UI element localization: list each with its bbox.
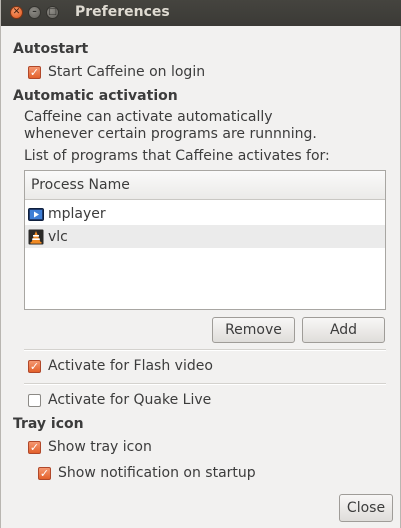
maximize-window-icon[interactable]: □ (46, 6, 59, 19)
title-bar[interactable]: ✕ – □ Preferences (1, 0, 401, 26)
separator (24, 349, 386, 351)
flash-video-checkbox[interactable]: ✓ Activate for Flash video (28, 358, 213, 374)
auto-activation-heading: Automatic activation (13, 88, 178, 104)
list-item[interactable]: vlc (25, 225, 385, 248)
flash-video-label: Activate for Flash video (48, 358, 213, 374)
start-on-login-label: Start Caffeine on login (48, 64, 206, 80)
minimize-window-icon[interactable]: – (28, 6, 41, 19)
remove-button[interactable]: Remove (212, 317, 295, 343)
close-button[interactable]: Close (339, 494, 393, 522)
auto-activation-description-1: Caffeine can activate automatically (24, 109, 273, 125)
column-header-label: Process Name (31, 177, 130, 193)
quake-live-checkbox[interactable]: Activate for Quake Live (28, 392, 211, 408)
show-notification-label: Show notification on startup (58, 465, 256, 481)
column-header-process-name[interactable]: Process Name (25, 171, 385, 200)
tray-icon-heading: Tray icon (13, 416, 84, 432)
show-tray-icon-label: Show tray icon (48, 439, 152, 455)
program-list-caption: List of programs that Caffeine activates… (24, 148, 330, 164)
preferences-window: ✕ – □ Preferences Autostart ✓ Start Caff… (0, 0, 401, 528)
checkbox-checked-icon: ✓ (28, 65, 41, 79)
start-on-login-checkbox[interactable]: ✓ Start Caffeine on login (28, 64, 205, 80)
program-name: vlc (48, 228, 68, 245)
checkbox-unchecked-icon (28, 393, 41, 407)
separator (24, 383, 386, 385)
close-window-icon[interactable]: ✕ (10, 6, 23, 19)
show-tray-icon-checkbox[interactable]: ✓ Show tray icon (28, 439, 152, 455)
list-item[interactable]: mplayer (25, 202, 385, 225)
window-title: Preferences (75, 4, 170, 20)
checkbox-checked-icon: ✓ (28, 359, 41, 373)
autostart-heading: Autostart (13, 41, 89, 57)
quake-live-label: Activate for Quake Live (48, 392, 212, 408)
checkbox-checked-icon: ✓ (28, 440, 41, 454)
auto-activation-description-2: whenever certain programs are runnning. (24, 126, 317, 142)
video-clapper-icon (28, 207, 44, 221)
checkbox-checked-icon: ✓ (38, 466, 51, 480)
program-list[interactable]: Process Name mplayer vlc (24, 170, 386, 310)
add-button[interactable]: Add (302, 317, 385, 343)
vlc-cone-icon (28, 229, 44, 244)
program-name: mplayer (48, 205, 106, 222)
show-notification-checkbox[interactable]: ✓ Show notification on startup (38, 465, 256, 481)
